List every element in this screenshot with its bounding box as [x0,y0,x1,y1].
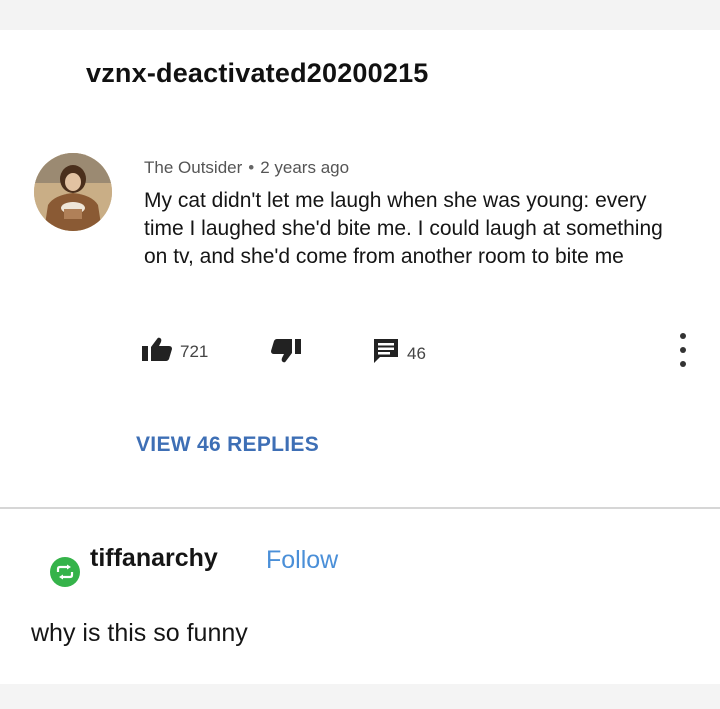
avatar[interactable] [34,153,112,231]
post-username[interactable]: vznx-deactivated20200215 [86,58,429,89]
bottom-strip [0,684,720,709]
comment-author[interactable]: The Outsider [144,158,242,177]
more-dot [680,361,686,367]
more-vertical-icon[interactable] [676,333,690,367]
reblogger-username[interactable]: tiffanarchy [90,544,218,573]
like-count: 721 [180,341,209,361]
more-dot [680,347,686,353]
dislike-button[interactable] [270,338,302,369]
view-replies-link[interactable]: VIEW 46 REPLIES [136,433,319,457]
thumbs-up-icon [141,336,173,367]
thumbs-down-icon [270,338,302,369]
follow-button[interactable]: Follow [266,546,338,575]
reply-button[interactable]: 46 [372,337,426,370]
comment-meta: The Outsider • 2 years ago [144,158,349,178]
top-strip [0,0,720,30]
reblog-icon [50,557,80,587]
meta-separator: • [248,158,255,177]
comment-text: My cat didn't let me laugh when she was … [144,189,663,268]
like-button[interactable]: 721 [141,336,208,367]
comment-time: 2 years ago [260,158,350,177]
comment-icon [372,337,400,370]
reply-count: 46 [407,343,426,363]
divider [0,507,720,509]
more-dot [680,333,686,339]
reblog-text: why is this so funny [31,619,248,647]
